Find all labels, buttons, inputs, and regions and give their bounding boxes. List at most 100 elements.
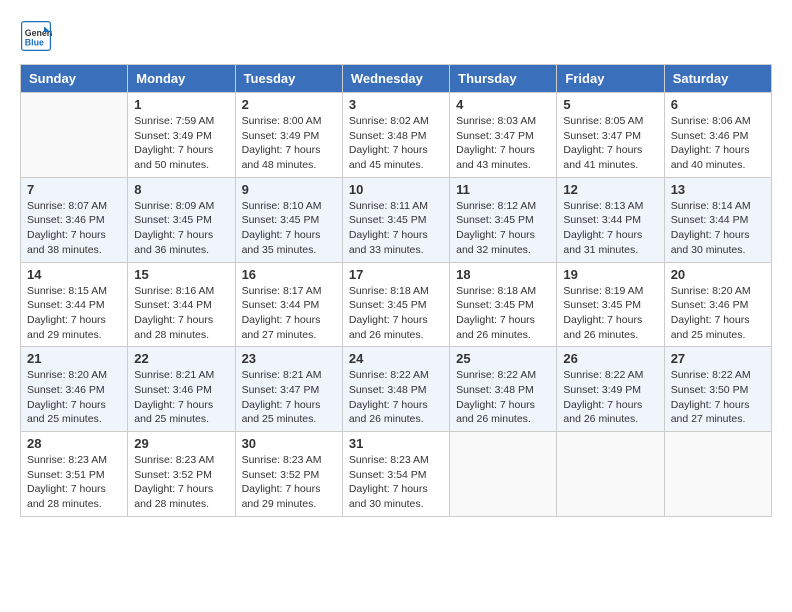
day-info: Sunrise: 8:13 AMSunset: 3:44 PMDaylight:… (563, 199, 657, 258)
calendar-cell: 22 Sunrise: 8:21 AMSunset: 3:46 PMDayligh… (128, 347, 235, 432)
day-number: 5 (563, 97, 657, 112)
day-number: 6 (671, 97, 765, 112)
day-info: Sunrise: 8:23 AMSunset: 3:54 PMDaylight:… (349, 453, 443, 512)
day-info: Sunrise: 8:02 AMSunset: 3:48 PMDaylight:… (349, 114, 443, 173)
day-number: 20 (671, 267, 765, 282)
day-info: Sunrise: 8:15 AMSunset: 3:44 PMDaylight:… (27, 284, 121, 343)
day-info: Sunrise: 8:06 AMSunset: 3:46 PMDaylight:… (671, 114, 765, 173)
calendar-cell: 28 Sunrise: 8:23 AMSunset: 3:51 PMDayligh… (21, 432, 128, 517)
day-number: 29 (134, 436, 228, 451)
weekday-header-tuesday: Tuesday (235, 65, 342, 93)
weekday-header-sunday: Sunday (21, 65, 128, 93)
day-number: 11 (456, 182, 550, 197)
weekday-header-thursday: Thursday (450, 65, 557, 93)
calendar-cell: 2 Sunrise: 8:00 AMSunset: 3:49 PMDaylight… (235, 93, 342, 178)
day-info: Sunrise: 8:22 AMSunset: 3:48 PMDaylight:… (456, 368, 550, 427)
day-info: Sunrise: 8:21 AMSunset: 3:46 PMDaylight:… (134, 368, 228, 427)
day-number: 8 (134, 182, 228, 197)
calendar-cell: 1 Sunrise: 7:59 AMSunset: 3:49 PMDaylight… (128, 93, 235, 178)
day-number: 7 (27, 182, 121, 197)
calendar-cell (664, 432, 771, 517)
calendar-cell: 25 Sunrise: 8:22 AMSunset: 3:48 PMDayligh… (450, 347, 557, 432)
calendar-cell: 30 Sunrise: 8:23 AMSunset: 3:52 PMDayligh… (235, 432, 342, 517)
day-number: 12 (563, 182, 657, 197)
calendar-cell: 8 Sunrise: 8:09 AMSunset: 3:45 PMDaylight… (128, 177, 235, 262)
day-number: 30 (242, 436, 336, 451)
day-number: 18 (456, 267, 550, 282)
calendar-cell: 3Sunrise: 8:02 AMSunset: 3:48 PMDaylight… (342, 93, 449, 178)
day-info: Sunrise: 8:20 AMSunset: 3:46 PMDaylight:… (671, 284, 765, 343)
calendar-cell: 23 Sunrise: 8:21 AMSunset: 3:47 PMDayligh… (235, 347, 342, 432)
calendar-cell: 13 Sunrise: 8:14 AMSunset: 3:44 PMDayligh… (664, 177, 771, 262)
day-number: 25 (456, 351, 550, 366)
day-info: Sunrise: 8:23 AMSunset: 3:52 PMDaylight:… (134, 453, 228, 512)
day-info: Sunrise: 8:22 AMSunset: 3:49 PMDaylight:… (563, 368, 657, 427)
day-info: Sunrise: 8:18 AMSunset: 3:45 PMDaylight:… (349, 284, 443, 343)
day-info: Sunrise: 8:22 AMSunset: 3:50 PMDaylight:… (671, 368, 765, 427)
calendar-cell: 10 Sunrise: 8:11 AMSunset: 3:45 PMDayligh… (342, 177, 449, 262)
day-info: Sunrise: 8:19 AMSunset: 3:45 PMDaylight:… (563, 284, 657, 343)
calendar-cell (450, 432, 557, 517)
calendar-cell: 26 Sunrise: 8:22 AMSunset: 3:49 PMDayligh… (557, 347, 664, 432)
day-info: Sunrise: 8:20 AMSunset: 3:46 PMDaylight:… (27, 368, 121, 427)
day-number: 28 (27, 436, 121, 451)
day-number: 19 (563, 267, 657, 282)
day-number: 22 (134, 351, 228, 366)
day-info: Sunrise: 8:22 AMSunset: 3:48 PMDaylight:… (349, 368, 443, 427)
calendar-cell: 19 Sunrise: 8:19 AMSunset: 3:45 PMDayligh… (557, 262, 664, 347)
day-number: 23 (242, 351, 336, 366)
day-info: Sunrise: 7:59 AMSunset: 3:49 PMDaylight:… (134, 114, 228, 173)
day-number: 15 (134, 267, 228, 282)
day-number: 10 (349, 182, 443, 197)
calendar-cell: 12 Sunrise: 8:13 AMSunset: 3:44 PMDayligh… (557, 177, 664, 262)
day-number: 27 (671, 351, 765, 366)
svg-text:General: General (25, 28, 52, 38)
calendar-cell (21, 93, 128, 178)
day-info: Sunrise: 8:12 AMSunset: 3:45 PMDaylight:… (456, 199, 550, 258)
day-info: Sunrise: 8:17 AMSunset: 3:44 PMDaylight:… (242, 284, 336, 343)
day-number: 13 (671, 182, 765, 197)
calendar-cell: 7 Sunrise: 8:07 AMSunset: 3:46 PMDaylight… (21, 177, 128, 262)
day-info: Sunrise: 8:07 AMSunset: 3:46 PMDaylight:… (27, 199, 121, 258)
day-number: 21 (27, 351, 121, 366)
day-info: Sunrise: 8:03 AMSunset: 3:47 PMDaylight:… (456, 114, 550, 173)
day-number: 1 (134, 97, 228, 112)
day-info: Sunrise: 8:05 AMSunset: 3:47 PMDaylight:… (563, 114, 657, 173)
day-info: Sunrise: 8:09 AMSunset: 3:45 PMDaylight:… (134, 199, 228, 258)
calendar-cell: 20 Sunrise: 8:20 AMSunset: 3:46 PMDayligh… (664, 262, 771, 347)
day-number: 4 (456, 97, 550, 112)
day-info: Sunrise: 8:16 AMSunset: 3:44 PMDaylight:… (134, 284, 228, 343)
calendar-cell: 4 Sunrise: 8:03 AMSunset: 3:47 PMDaylight… (450, 93, 557, 178)
calendar-cell: 14 Sunrise: 8:15 AMSunset: 3:44 PMDayligh… (21, 262, 128, 347)
calendar-cell: 9 Sunrise: 8:10 AMSunset: 3:45 PMDaylight… (235, 177, 342, 262)
calendar-cell: 31Sunrise: 8:23 AMSunset: 3:54 PMDayligh… (342, 432, 449, 517)
calendar-cell: 21 Sunrise: 8:20 AMSunset: 3:46 PMDayligh… (21, 347, 128, 432)
calendar-cell: 5 Sunrise: 8:05 AMSunset: 3:47 PMDaylight… (557, 93, 664, 178)
day-number: 9 (242, 182, 336, 197)
calendar-cell: 29 Sunrise: 8:23 AMSunset: 3:52 PMDayligh… (128, 432, 235, 517)
calendar-cell: 27 Sunrise: 8:22 AMSunset: 3:50 PMDayligh… (664, 347, 771, 432)
weekday-header-monday: Monday (128, 65, 235, 93)
day-number: 24 (349, 351, 443, 366)
day-info: Sunrise: 8:11 AMSunset: 3:45 PMDaylight:… (349, 199, 443, 258)
day-number: 2 (242, 97, 336, 112)
day-number: 26 (563, 351, 657, 366)
day-info: Sunrise: 8:23 AMSunset: 3:51 PMDaylight:… (27, 453, 121, 512)
calendar-cell: 11 Sunrise: 8:12 AMSunset: 3:45 PMDayligh… (450, 177, 557, 262)
svg-text:Blue: Blue (25, 38, 44, 48)
day-info: Sunrise: 8:18 AMSunset: 3:45 PMDaylight:… (456, 284, 550, 343)
day-info: Sunrise: 8:10 AMSunset: 3:45 PMDaylight:… (242, 199, 336, 258)
calendar-table: SundayMondayTuesdayWednesdayThursdayFrid… (20, 64, 772, 517)
weekday-header-saturday: Saturday (664, 65, 771, 93)
day-info: Sunrise: 8:00 AMSunset: 3:49 PMDaylight:… (242, 114, 336, 173)
calendar-cell: 15 Sunrise: 8:16 AMSunset: 3:44 PMDayligh… (128, 262, 235, 347)
day-info: Sunrise: 8:14 AMSunset: 3:44 PMDaylight:… (671, 199, 765, 258)
weekday-header-friday: Friday (557, 65, 664, 93)
day-number: 16 (242, 267, 336, 282)
day-number: 17 (349, 267, 443, 282)
day-info: Sunrise: 8:21 AMSunset: 3:47 PMDaylight:… (242, 368, 336, 427)
day-number: 14 (27, 267, 121, 282)
calendar-cell: 17 Sunrise: 8:18 AMSunset: 3:45 PMDayligh… (342, 262, 449, 347)
logo-icon: General Blue (20, 20, 52, 52)
day-info: Sunrise: 8:23 AMSunset: 3:52 PMDaylight:… (242, 453, 336, 512)
